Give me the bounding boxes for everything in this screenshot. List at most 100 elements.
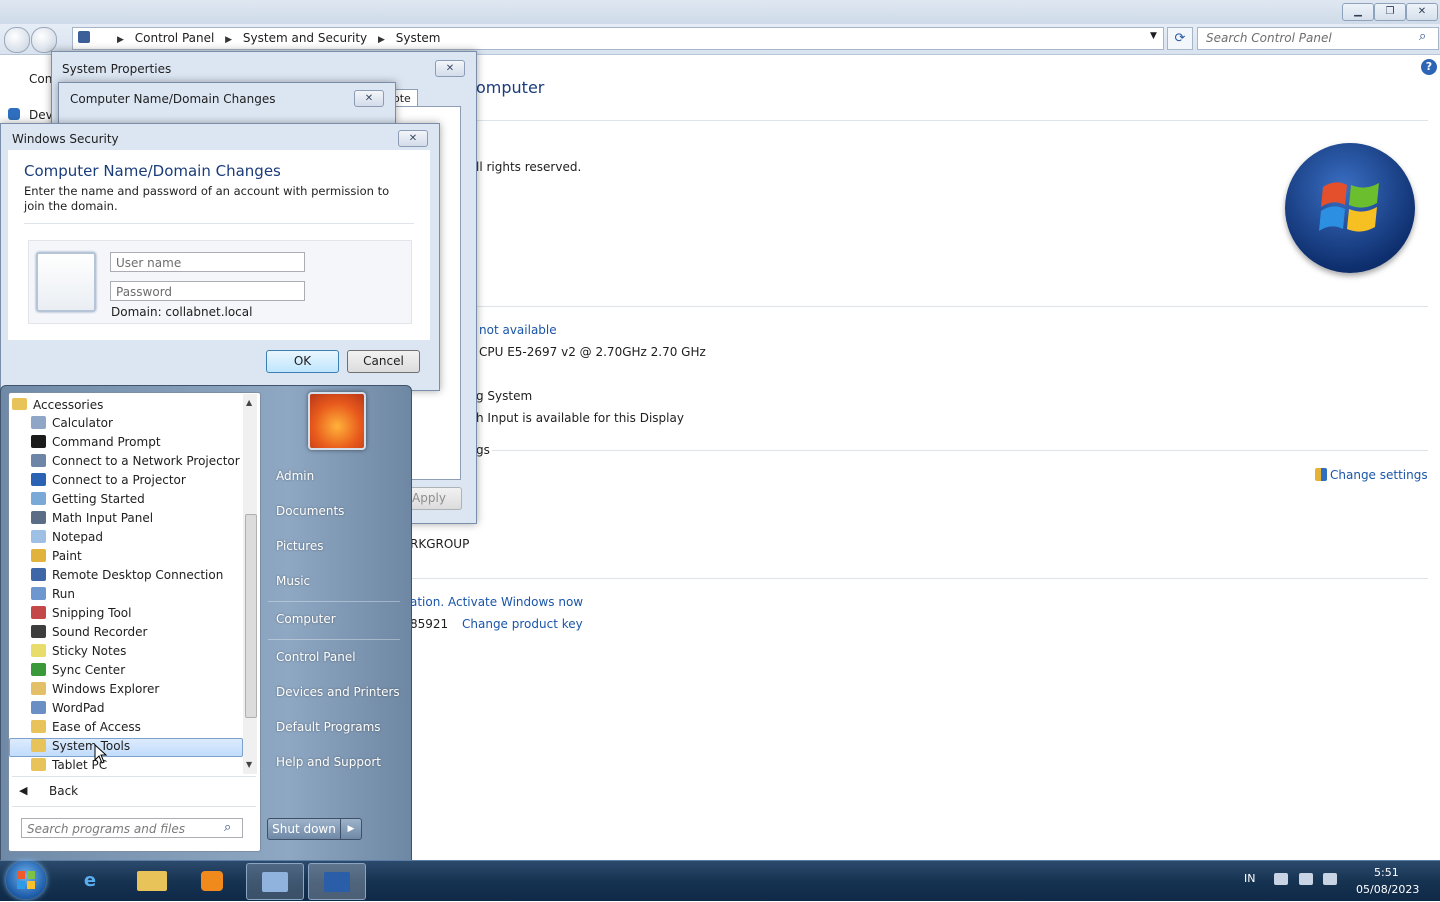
settings-group-label: gs (476, 443, 490, 457)
internet-explorer-icon[interactable]: e (62, 863, 118, 898)
getting-started-icon (31, 492, 46, 505)
search-icon[interactable]: ⌕ (224, 820, 231, 835)
username-field[interactable]: User name (110, 252, 305, 272)
program-item[interactable]: Command Prompt (31, 433, 161, 452)
forward-nav-button[interactable] (31, 27, 57, 53)
program-item[interactable]: Connect to a Network Projector (31, 452, 240, 471)
program-item[interactable]: Notepad (31, 528, 103, 547)
user-picture[interactable] (308, 392, 366, 450)
sync-center-icon (31, 663, 46, 676)
copyright-text: ll rights reserved. (476, 160, 582, 174)
minimize-button[interactable]: ▁ (1342, 3, 1374, 21)
projector-icon (31, 473, 46, 486)
volume-icon[interactable] (1323, 873, 1337, 885)
media-player-icon[interactable] (184, 863, 240, 898)
clock-time[interactable]: 5:51 (1374, 866, 1399, 879)
program-item[interactable]: Sync Center (31, 661, 125, 680)
close-window-button[interactable]: ✕ (1406, 3, 1438, 21)
language-indicator[interactable]: IN (1244, 872, 1255, 885)
remote-desktop-icon (31, 568, 46, 581)
restore-button[interactable]: ❐ (1374, 3, 1406, 21)
password-field[interactable]: Password (110, 281, 305, 301)
program-label: Connect to a Projector (52, 473, 186, 487)
start-item-control-panel[interactable]: Control Panel (276, 650, 356, 664)
shutdown-options-icon[interactable]: ▶ (340, 818, 362, 840)
breadcrumb-control-panel[interactable]: Control Panel (135, 31, 215, 45)
windows-explorer-icon[interactable] (124, 863, 180, 898)
close-icon[interactable]: ✕ (435, 60, 465, 77)
control-panel-icon (78, 31, 90, 43)
scrollbar-thumb[interactable] (245, 514, 257, 718)
program-label: WordPad (52, 701, 105, 715)
folder-icon (31, 720, 46, 733)
start-item-music[interactable]: Music (276, 574, 310, 588)
program-item[interactable]: Run (31, 585, 75, 604)
breadcrumb-system-security[interactable]: System and Security (243, 31, 367, 45)
program-item[interactable]: Ease of Access (31, 718, 141, 737)
start-item-pictures[interactable]: Pictures (276, 539, 324, 553)
scroll-up-icon[interactable]: ▲ (246, 398, 252, 407)
cancel-button[interactable]: Cancel (347, 350, 420, 373)
program-label: Run (52, 587, 76, 601)
program-item[interactable]: Paint (31, 547, 82, 566)
action-center-icon[interactable] (1274, 873, 1288, 885)
program-item[interactable]: Sound Recorder (31, 623, 147, 642)
ok-button[interactable]: OK (266, 350, 339, 373)
run-icon (31, 587, 46, 600)
back-nav-button[interactable] (4, 27, 30, 53)
accessories-folder[interactable]: Accessories (33, 398, 103, 412)
program-item[interactable]: Getting Started (31, 490, 145, 509)
scroll-down-icon[interactable]: ▼ (246, 760, 252, 769)
wordpad-icon (31, 701, 46, 714)
left-pane-partial-dev[interactable]: Dev (29, 108, 53, 122)
program-label: Calculator (52, 416, 113, 430)
pen-touch-value: h Input is available for this Display (476, 411, 684, 425)
program-item[interactable]: Connect to a Projector (31, 471, 186, 490)
rating-link[interactable]: not available (479, 323, 557, 337)
address-dropdown-icon[interactable]: ▼ (1150, 31, 1157, 41)
program-label: Sticky Notes (52, 644, 127, 658)
help-icon[interactable]: ? (1421, 59, 1437, 75)
shutdown-button[interactable]: Shut down (267, 818, 341, 840)
control-panel-titlebar (0, 0, 1440, 24)
program-label: Sound Recorder (52, 625, 148, 639)
program-item[interactable]: Windows Explorer (31, 680, 159, 699)
breadcrumb-system[interactable]: System (396, 31, 441, 45)
program-item[interactable]: Calculator (31, 414, 113, 433)
program-item[interactable]: Math Input Panel (31, 509, 153, 528)
control-panel-task-icon[interactable] (246, 863, 304, 900)
start-search-input[interactable]: Search programs and files (21, 818, 243, 838)
network-icon[interactable] (1299, 873, 1313, 885)
program-item[interactable]: WordPad (31, 699, 105, 718)
windows-explorer-icon (31, 682, 46, 695)
start-item-documents[interactable]: Documents (276, 504, 344, 518)
program-label: Command Prompt (52, 435, 161, 449)
mouse-cursor-icon (94, 743, 108, 767)
close-icon[interactable]: ✕ (398, 130, 428, 147)
shield-icon (1315, 468, 1327, 481)
back-arrow-icon[interactable]: ◀ (19, 784, 27, 797)
program-label: Paint (52, 549, 82, 563)
back-button[interactable]: Back (49, 784, 78, 798)
program-item[interactable]: Snipping Tool (31, 604, 131, 623)
start-item-computer[interactable]: Computer (276, 612, 336, 626)
start-item-help-support[interactable]: Help and Support (276, 755, 381, 769)
start-item-devices-printers[interactable]: Devices and Printers (276, 685, 400, 699)
program-item[interactable]: Sticky Notes (31, 642, 126, 661)
change-settings-link[interactable]: Change settings (1330, 468, 1428, 482)
folder-icon (12, 398, 27, 410)
refresh-icon[interactable]: ⟳ (1167, 27, 1193, 50)
divider (268, 601, 400, 602)
activation-link[interactable]: ation. Activate Windows now (410, 595, 583, 609)
clock-date[interactable]: 05/08/2023 (1356, 883, 1419, 896)
start-button[interactable] (6, 861, 46, 899)
close-icon[interactable]: ✕ (354, 90, 384, 107)
chevron-right-icon: ▶ (117, 35, 124, 45)
program-item[interactable]: System Tools (31, 737, 130, 756)
start-item-default-programs[interactable]: Default Programs (276, 720, 381, 734)
search-icon[interactable]: ⌕ (1419, 29, 1426, 44)
program-item[interactable]: Remote Desktop Connection (31, 566, 223, 585)
start-item-admin[interactable]: Admin (276, 469, 314, 483)
system-properties-task-icon[interactable] (308, 863, 366, 900)
change-product-key-link[interactable]: Change product key (462, 617, 583, 631)
